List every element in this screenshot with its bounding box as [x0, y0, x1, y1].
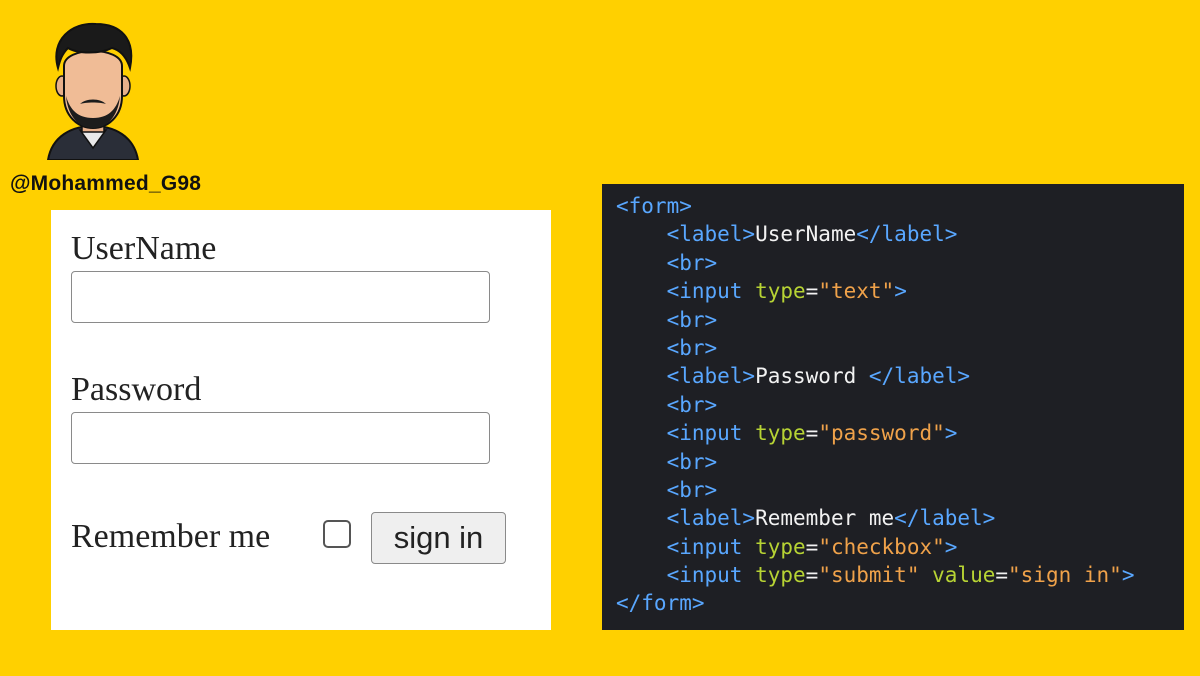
code-token: "password"	[818, 421, 945, 446]
code-token: type	[755, 563, 806, 588]
code-line: <input type="submit" value="sign in">	[616, 561, 1135, 589]
code-token: <label>	[666, 506, 756, 531]
code-token: UserName	[755, 222, 857, 247]
code-token: <form>	[616, 194, 692, 218]
password-input[interactable]	[71, 412, 490, 464]
code-token: <br>	[666, 477, 718, 502]
code-token: >	[944, 421, 958, 446]
code-token: <input	[666, 279, 756, 304]
code-line: <label>UserName</label>	[616, 220, 1134, 248]
remember-me-checkbox[interactable]	[323, 520, 351, 548]
code-line: <input type="password">	[616, 419, 1134, 447]
code-token: "sign in"	[1008, 563, 1122, 588]
code-token: <input	[666, 421, 756, 446]
code-token: Remember me	[755, 506, 895, 531]
code-token: "checkbox"	[818, 534, 945, 559]
code-line: <form>	[616, 192, 1134, 220]
code-token: =	[805, 534, 819, 559]
code-line: <br>	[616, 448, 1134, 476]
code-token: </form>	[616, 591, 705, 616]
code-token: <br>	[666, 250, 718, 275]
code-token: </label>	[868, 364, 971, 389]
code-line: <br>	[616, 391, 1134, 419]
code-token: >	[1121, 563, 1135, 588]
code-line: <label>Password </label>	[616, 362, 1134, 390]
remember-me-label: Remember me	[71, 518, 271, 555]
code-line: <br>	[616, 476, 1134, 504]
code-token: type	[755, 534, 806, 559]
code-token: <input	[666, 534, 756, 559]
code-token: Password	[755, 364, 869, 389]
code-token: <label>	[666, 364, 756, 389]
code-editor-panel: <form> <label>UserName</label> <br> <inp…	[602, 184, 1184, 630]
username-label: UserName	[71, 230, 217, 267]
code-token: <br>	[666, 307, 718, 332]
code-token: =	[805, 563, 819, 588]
code-line: <label>Remember me</label>	[616, 504, 1134, 532]
code-line: </form>	[616, 589, 1134, 617]
code-token: </label>	[856, 222, 958, 247]
sign-in-button[interactable]: sign in	[371, 512, 506, 564]
password-label: Password	[71, 371, 202, 408]
form-preview-panel: UserName Password Remember me sign in	[51, 210, 551, 630]
code-token: type	[755, 279, 806, 304]
code-token: =	[805, 279, 819, 304]
code-token: type	[755, 421, 806, 446]
code-line: <input type="text">	[616, 277, 1134, 305]
code-token: >	[894, 279, 907, 304]
code-token: <input	[666, 563, 756, 588]
code-token: <br>	[666, 335, 718, 360]
code-line: <input type="checkbox">	[616, 533, 1134, 561]
code-token: <br>	[666, 449, 718, 474]
code-token: value	[932, 563, 996, 588]
code-token: "submit"	[818, 563, 920, 588]
code-token: <label>	[666, 222, 756, 247]
code-token: >	[944, 534, 958, 559]
username-input[interactable]	[71, 271, 490, 323]
code-line: <br>	[616, 306, 1134, 334]
html-source-code: <form> <label>UserName</label> <br> <inp…	[616, 192, 1134, 618]
code-token: "text"	[818, 279, 895, 304]
code-token: =	[805, 421, 819, 446]
author-handle: @Mohammed_G98	[10, 172, 202, 195]
code-token: </label>	[894, 506, 996, 531]
code-token: <br>	[666, 392, 718, 417]
code-line: <br>	[616, 334, 1134, 362]
cartoon-man-avatar-icon	[38, 18, 148, 161]
code-token: =	[995, 563, 1009, 588]
code-line: <br>	[616, 249, 1134, 277]
